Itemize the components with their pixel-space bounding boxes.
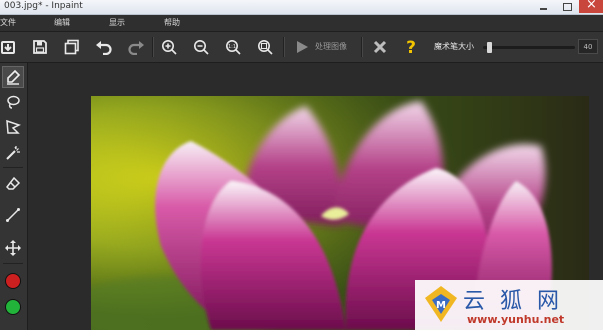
menu-file[interactable]: 文件 (0, 17, 16, 28)
zoom-out-icon[interactable] (189, 35, 213, 59)
maximize-icon[interactable] (555, 0, 579, 13)
polygon-lasso-icon[interactable] (2, 116, 24, 138)
play-icon[interactable] (290, 35, 314, 59)
brush-size-label: 魔术笔大小 (434, 42, 474, 51)
slider-thumb[interactable] (487, 42, 493, 53)
line-icon[interactable] (2, 204, 24, 226)
title-bar: 003.jpg* - Inpaint (0, 0, 603, 15)
help-icon[interactable]: ? (399, 35, 423, 59)
close-icon[interactable] (368, 35, 392, 59)
tool-sidebar (0, 63, 28, 330)
open-icon[interactable] (0, 35, 20, 59)
toolbar: 1:1 处理图像 ? 魔术笔大小 40 (0, 32, 603, 63)
magic-wand-icon[interactable] (2, 142, 24, 164)
save-icon[interactable] (28, 35, 52, 59)
menu-bar: 文件 编辑 显示 帮助 (0, 15, 603, 32)
watermark-logo-icon: M (425, 286, 457, 322)
svg-text:M: M (436, 300, 446, 311)
watermark-url: www.yunhu.net (467, 313, 565, 326)
brush-size-slider[interactable] (483, 40, 575, 54)
save-as-icon[interactable] (60, 35, 84, 59)
brush-size-value[interactable]: 40 (578, 39, 598, 54)
redo-icon[interactable] (124, 35, 148, 59)
menu-edit[interactable]: 编辑 (54, 17, 70, 28)
window-title: 003.jpg* - Inpaint (4, 1, 83, 11)
background-color-swatch[interactable] (2, 296, 24, 318)
watermark-text: 云 狐 网 (463, 289, 563, 314)
move-icon[interactable] (2, 237, 24, 259)
process-image-button[interactable]: 处理图像 (315, 41, 347, 52)
foreground-color-swatch[interactable] (2, 270, 24, 292)
lasso-icon[interactable] (2, 91, 24, 113)
menu-help[interactable]: 帮助 (164, 17, 180, 28)
close-window-icon[interactable] (579, 0, 603, 13)
watermark: M 云 狐 网 www.yunhu.net (415, 280, 603, 330)
eraser-icon[interactable] (2, 173, 24, 195)
window-controls (531, 0, 603, 14)
zoom-actual-icon[interactable]: 1:1 (221, 35, 245, 59)
marker-icon[interactable] (2, 66, 24, 88)
undo-icon[interactable] (92, 35, 116, 59)
menu-view[interactable]: 显示 (109, 17, 125, 28)
zoom-fit-icon[interactable] (253, 35, 277, 59)
zoom-in-icon[interactable] (157, 35, 181, 59)
svg-text:?: ? (406, 38, 416, 56)
svg-text:1:1: 1:1 (228, 44, 236, 50)
minimize-icon[interactable] (531, 0, 555, 13)
